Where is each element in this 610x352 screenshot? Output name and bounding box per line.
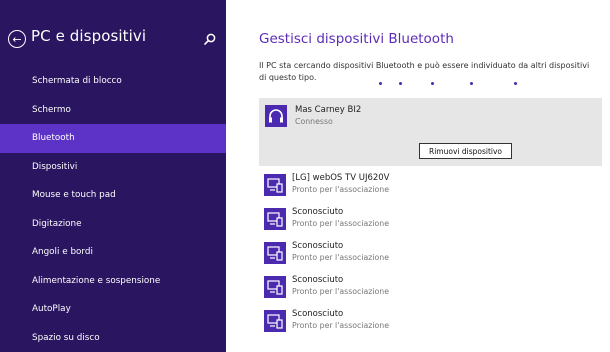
device-icon [264, 174, 286, 196]
device-row[interactable]: Sconosciuto Pronto per l'associazione [264, 204, 564, 234]
device-icon [264, 208, 286, 230]
progress-dot [379, 82, 382, 85]
device-status: Pronto per l'associazione [292, 185, 390, 194]
sidebar-nav: Schermata di blocco Schermo Bluetooth Di… [0, 67, 226, 352]
sidebar-item-dispositivi[interactable]: Dispositivi [0, 153, 226, 182]
back-arrow-icon[interactable]: ← [8, 30, 26, 48]
device-status: Connesso [295, 117, 333, 126]
page-title: Gestisci dispositivi Bluetooth [259, 31, 454, 47]
sidebar-item-mouse-e-touch-pad[interactable]: Mouse e touch pad [0, 181, 226, 210]
device-status: Pronto per l'associazione [292, 253, 390, 262]
main-panel: Gestisci dispositivi Bluetooth Il PC sta… [226, 0, 610, 352]
device-row[interactable]: Sconosciuto Pronto per l'associazione [264, 272, 564, 302]
sidebar-item-angoli-e-bordi[interactable]: Angoli e bordi [0, 238, 226, 267]
sidebar-item-autoplay[interactable]: AutoPlay [0, 295, 226, 324]
device-name: Sconosciuto [292, 241, 344, 251]
selected-device-card[interactable]: Mas Carney BI2 Connesso Rimuovi disposit… [259, 98, 602, 166]
progress-dot [514, 82, 517, 85]
device-name: Mas Carney BI2 [295, 105, 362, 115]
headphones-icon [265, 105, 287, 127]
device-name: Sconosciuto [292, 275, 344, 285]
device-row[interactable]: [LG] webOS TV UJ620V Pronto per l'associ… [264, 170, 564, 200]
sidebar-item-bluetooth[interactable]: Bluetooth [0, 124, 226, 153]
device-row[interactable]: Sconosciuto Pronto per l'associazione [264, 306, 564, 336]
device-name: Sconosciuto [292, 207, 344, 217]
device-status: Pronto per l'associazione [292, 219, 390, 228]
progress-dot [431, 82, 434, 85]
device-icon [264, 310, 286, 332]
device-icon [264, 276, 286, 298]
device-row[interactable]: Sconosciuto Pronto per l'associazione [264, 238, 564, 268]
sidebar-item-alimentazione[interactable]: Alimentazione e sospensione [0, 267, 226, 296]
progress-dot [470, 82, 473, 85]
device-status: Pronto per l'associazione [292, 287, 390, 296]
device-icon [264, 242, 286, 264]
device-name: [LG] webOS TV UJ620V [292, 173, 390, 183]
sidebar-title: PC e dispositivi [31, 27, 147, 45]
sidebar-item-digitazione[interactable]: Digitazione [0, 210, 226, 239]
sidebar-item-schermata-di-blocco[interactable]: Schermata di blocco [0, 67, 226, 96]
sidebar-item-spazio-su-disco[interactable]: Spazio su disco [0, 324, 226, 352]
sidebar: ← PC e dispositivi Schermata di blocco S… [0, 0, 226, 352]
device-status: Pronto per l'associazione [292, 321, 390, 330]
device-name: Sconosciuto [292, 309, 344, 319]
sidebar-item-schermo[interactable]: Schermo [0, 96, 226, 125]
progress-dot [399, 82, 402, 85]
progress-dots [226, 82, 610, 88]
remove-device-button[interactable]: Rimuovi dispositivo [419, 143, 512, 159]
search-description: Il PC sta cercando dispositivi Bluetooth… [259, 61, 590, 82]
search-icon[interactable] [203, 32, 217, 46]
